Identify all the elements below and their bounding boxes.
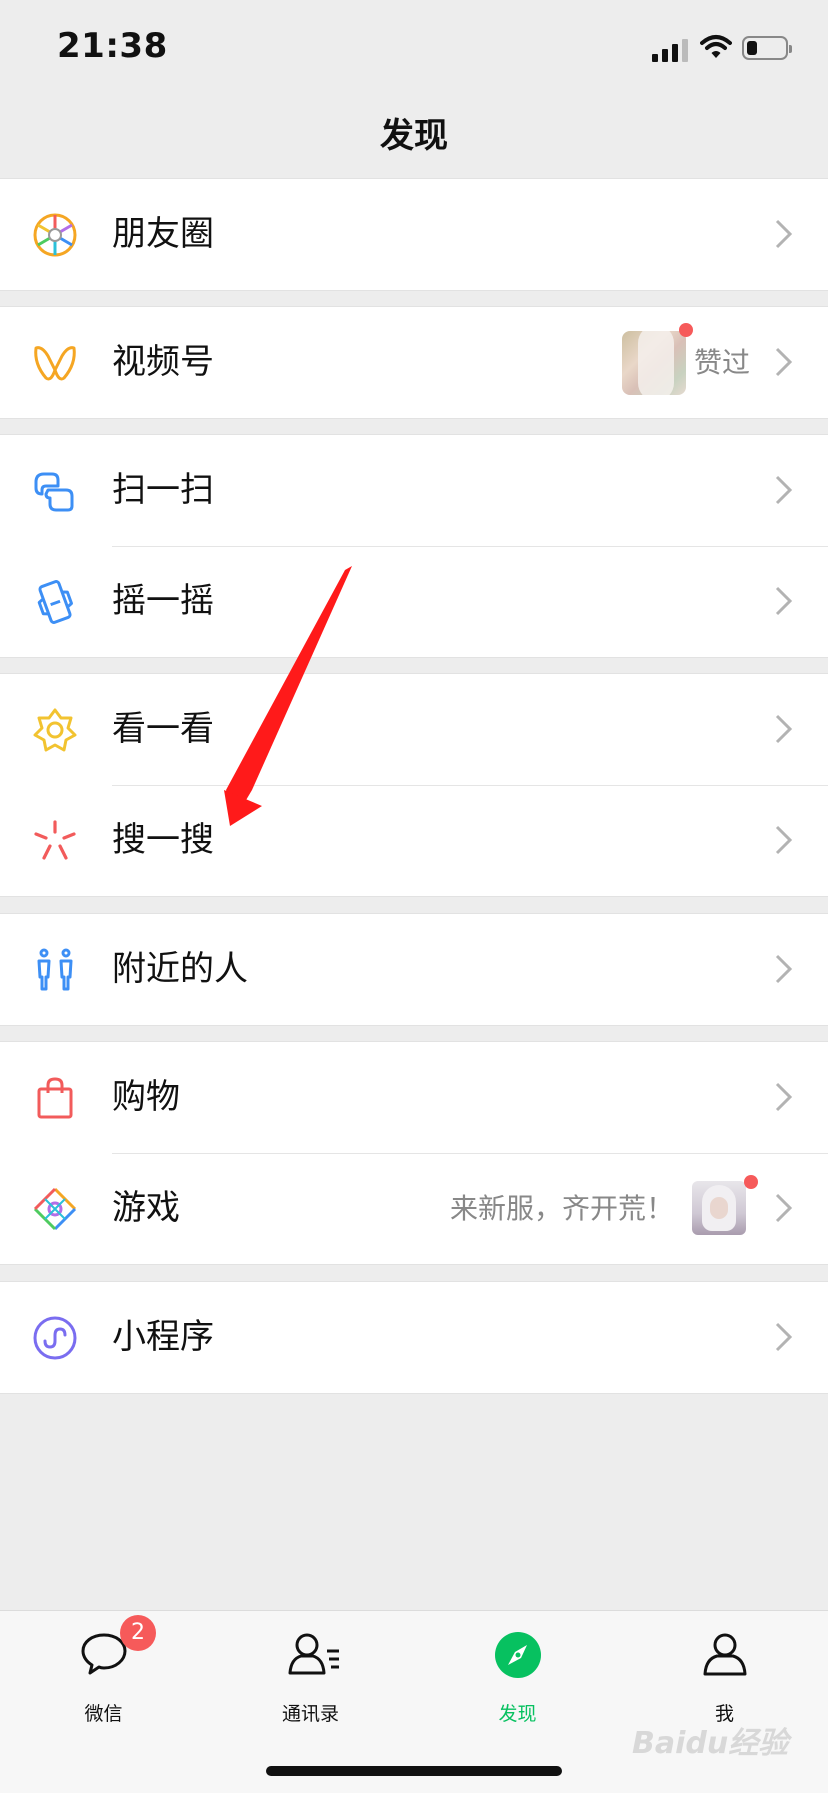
games-promo-text: 来新服，齐开荒！	[450, 1192, 675, 1225]
mini-programs-icon	[33, 1316, 77, 1360]
menu-item-label: 小程序	[112, 1317, 214, 1357]
unread-badge: 2	[120, 1615, 156, 1651]
menu-item-label: 摇一摇	[112, 581, 214, 621]
menu-item-scan[interactable]: 扫一扫	[0, 435, 828, 546]
scan-icon	[34, 472, 74, 512]
contacts-icon	[288, 1633, 339, 1675]
games-icon	[33, 1187, 77, 1231]
tab-label: 通讯录	[281, 1703, 339, 1725]
me-icon	[703, 1633, 747, 1676]
menu-item-people-nearby[interactable]: 附近的人	[0, 914, 828, 1025]
menu-item-moments[interactable]: 朋友圈	[0, 179, 828, 290]
group-stories-search: 看一看 搜一搜	[0, 673, 828, 897]
page-title: 发现	[380, 116, 448, 156]
chevron-right-icon	[775, 954, 793, 984]
menu-item-label: 视频号	[112, 342, 214, 382]
group-shopping-games: 购物 游戏 来新服，齐开荒！	[0, 1041, 828, 1265]
tab-label: 微信	[84, 1703, 123, 1725]
menu-item-label: 扫一扫	[112, 470, 214, 510]
menu-item-games[interactable]: 游戏 来新服，齐开荒！	[0, 1153, 828, 1264]
menu-item-label: 购物	[112, 1077, 180, 1117]
moments-icon	[33, 213, 77, 257]
status-time: 21:38	[57, 26, 168, 66]
home-indicator	[266, 1766, 562, 1776]
chevron-right-icon	[775, 347, 793, 377]
menu-item-shopping[interactable]: 购物	[0, 1042, 828, 1153]
search-icon	[34, 820, 76, 860]
chevron-right-icon	[775, 714, 793, 744]
notification-dot	[744, 1175, 758, 1189]
tab-contacts[interactable]: 通讯录	[207, 1611, 414, 1731]
tab-discover[interactable]: 发现	[414, 1611, 621, 1731]
shake-icon	[37, 580, 73, 624]
battery-icon	[742, 36, 792, 60]
menu-item-label: 附近的人	[112, 949, 248, 989]
menu-item-channels[interactable]: 视频号 赞过	[0, 307, 828, 418]
menu-item-search[interactable]: 搜一搜	[0, 785, 828, 896]
menu-item-mini-programs[interactable]: 小程序	[0, 1282, 828, 1393]
chevron-right-icon	[775, 586, 793, 616]
tab-label: 发现	[498, 1703, 537, 1725]
channels-status-text: 赞过	[694, 346, 751, 379]
menu-item-label: 搜一搜	[112, 820, 214, 860]
game-character-thumbnail	[692, 1181, 746, 1235]
menu-item-label: 看一看	[112, 709, 214, 749]
status-bar: 21:38	[0, 0, 828, 100]
menu-item-top-stories[interactable]: 看一看	[0, 674, 828, 785]
watermark: Baidu经验	[632, 1726, 789, 1761]
group-channels: 视频号 赞过	[0, 306, 828, 419]
top-stories-icon	[33, 708, 77, 752]
menu-item-label: 朋友圈	[112, 214, 214, 254]
chevron-right-icon	[775, 475, 793, 505]
chevron-right-icon	[775, 1322, 793, 1352]
shopping-bag-icon	[37, 1077, 73, 1119]
chevron-right-icon	[775, 219, 793, 249]
group-moments: 朋友圈	[0, 178, 828, 291]
wifi-icon	[700, 35, 732, 58]
signal-icon	[652, 38, 688, 62]
menu-item-label: 游戏	[112, 1188, 180, 1228]
group-mini-programs: 小程序	[0, 1281, 828, 1394]
people-nearby-icon	[37, 948, 73, 991]
notification-dot	[679, 323, 693, 337]
channels-icon	[34, 346, 76, 381]
discover-icon	[495, 1632, 541, 1678]
chevron-right-icon	[775, 1082, 793, 1112]
chevron-right-icon	[775, 825, 793, 855]
liked-video-thumbnail	[622, 331, 686, 395]
tab-me[interactable]: 我	[621, 1611, 828, 1731]
group-people-nearby: 附近的人	[0, 913, 828, 1026]
menu-item-shake[interactable]: 摇一摇	[0, 546, 828, 657]
tab-chats[interactable]: 2 微信	[0, 1611, 207, 1731]
group-scan-shake: 扫一扫 摇一摇	[0, 434, 828, 658]
chevron-right-icon	[775, 1193, 793, 1223]
